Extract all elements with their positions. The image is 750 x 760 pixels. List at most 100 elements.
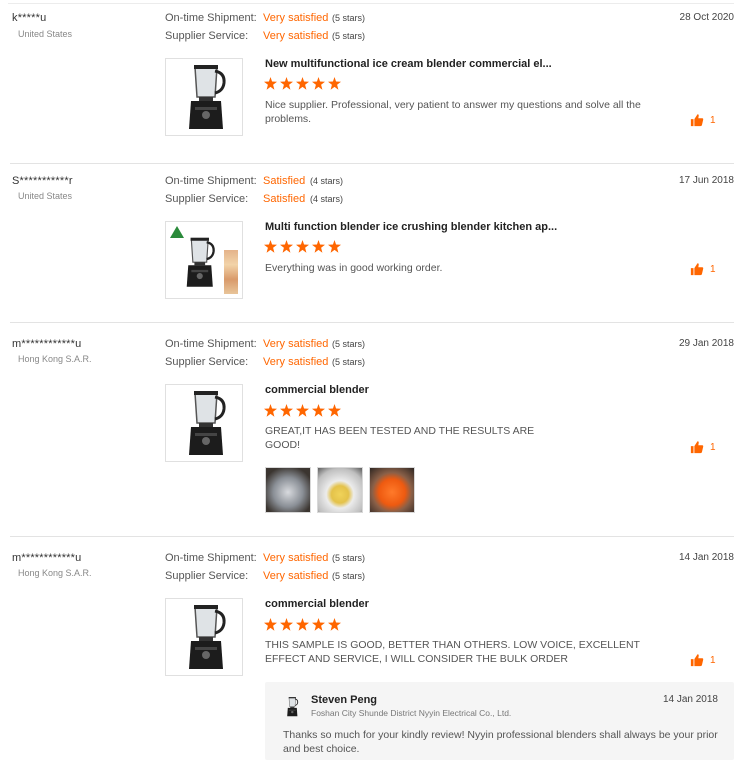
reply-text: Thanks so much for your kindly review! N… [283,729,718,755]
reviewer-country: United States [18,29,73,39]
star-icon [328,618,341,631]
star-icon [312,618,325,631]
supplier-service-label: Supplier Service: [165,356,249,368]
supplier-service-label: Supplier Service: [165,570,249,582]
helpful-count: 1 [710,263,716,275]
reviewer-name: m************u [12,338,82,350]
star-icon [296,77,309,90]
reviewer-name: m************u [12,552,82,564]
supplier-service-stars: (5 stars) [332,357,366,367]
supplier-avatar [283,694,301,720]
review-item: k*****u United States On-time Shipment: … [0,0,740,163]
product-title-link[interactable]: Multi function blender ice crushing blen… [265,221,557,233]
thumbs-up-icon [690,440,704,454]
ontime-shipment-stars: (5 stars) [332,553,366,563]
review-date: 28 Oct 2020 [679,12,734,23]
star-icon [312,404,325,417]
review-star-rating [264,240,341,254]
ontime-shipment-label: On-time Shipment: [165,12,257,24]
star-icon [264,77,277,90]
supplier-reply: Steven Peng Foshan City Shunde District … [265,682,734,760]
ontime-shipment-label: On-time Shipment: [165,552,257,564]
star-icon [296,618,309,631]
supplier-service-stars: (5 stars) [332,571,366,581]
star-icon [264,240,277,253]
reviewer-name: S***********r [12,175,73,187]
product-thumbnail[interactable] [165,598,243,676]
reviewer-country: United States [18,191,73,201]
reviewer-country: Hong Kong S.A.R. [18,354,92,364]
ontime-shipment-stars: (4 stars) [310,176,344,186]
reviewer-country: Hong Kong S.A.R. [18,568,92,578]
thumbs-up-icon [690,653,704,667]
helpful-button[interactable]: 1 [690,262,716,276]
reply-date: 14 Jan 2018 [662,694,718,705]
helpful-count: 1 [710,654,716,666]
review-text: Everything was in good working order. [265,262,443,274]
helpful-count: 1 [710,114,716,126]
review-star-rating [264,618,341,632]
star-icon [328,240,341,253]
blender-image [176,230,222,296]
thumbs-up-icon [690,262,704,276]
supplier-service-value: Very satisfied [263,356,329,368]
review-text: Nice supplier. Professional, very patien… [265,99,641,125]
blender-image [175,63,235,133]
supplier-service-value: Very satisfied [263,30,329,42]
product-title-link[interactable]: New multifunctional ice cream blender co… [265,58,552,70]
reply-author-name: Steven Peng [311,694,378,706]
review-photo[interactable] [369,467,415,513]
review-date: 17 Jun 2018 [678,175,734,186]
star-icon [280,77,293,90]
review-date: 14 Jan 2018 [678,552,734,563]
review-text: GREAT,IT HAS BEEN TESTED AND THE RESULTS… [265,425,535,451]
supplier-service-stars: (5 stars) [332,31,366,41]
review-date: 29 Jan 2018 [678,338,734,349]
thumbs-up-icon [690,113,704,127]
helpful-button[interactable]: 1 [690,440,716,454]
star-icon [280,618,293,631]
review-item: S***********r United States On-time Ship… [0,164,740,322]
helpful-button[interactable]: 1 [690,113,716,127]
supplier-service-label: Supplier Service: [165,193,249,205]
supplier-service-stars: (4 stars) [310,194,344,204]
helpful-count: 1 [710,441,716,453]
ingredients-image [224,250,238,294]
product-title-link[interactable]: commercial blender [265,598,369,610]
blender-image [175,603,235,673]
star-icon [312,77,325,90]
helpful-button[interactable]: 1 [690,653,716,667]
review-text: THIS SAMPLE IS GOOD, BETTER THAN OTHERS.… [265,639,640,665]
review-star-rating [264,77,341,91]
review-item: m************u Hong Kong S.A.R. On-time … [0,537,740,760]
supplier-service-label: Supplier Service: [165,30,249,42]
reviewer-name: k*****u [12,12,47,24]
ontime-shipment-value: Satisfied [263,175,306,187]
star-icon [296,404,309,417]
product-thumbnail[interactable] [165,384,243,462]
review-star-rating [264,404,341,418]
star-icon [296,240,309,253]
star-icon [264,618,277,631]
ontime-shipment-stars: (5 stars) [332,13,366,23]
ontime-shipment-value: Very satisfied [263,12,329,24]
star-icon [312,240,325,253]
ontime-shipment-label: On-time Shipment: [165,175,257,187]
supplier-service-value: Very satisfied [263,570,329,582]
star-icon [280,240,293,253]
product-title-link[interactable]: commercial blender [265,384,369,396]
ontime-shipment-value: Very satisfied [263,338,329,350]
star-icon [328,404,341,417]
supplier-service-value: Satisfied [263,193,306,205]
product-thumbnail[interactable] [165,221,243,299]
ontime-shipment-label: On-time Shipment: [165,338,257,350]
review-photo[interactable] [265,467,311,513]
blender-image [175,389,235,459]
product-thumbnail[interactable] [165,58,243,136]
review-photo[interactable] [317,467,363,513]
review-item: m************u Hong Kong S.A.R. On-time … [0,323,740,536]
star-icon [264,404,277,417]
reply-company-name: Foshan City Shunde District Nyyin Electr… [311,708,512,718]
star-icon [328,77,341,90]
ontime-shipment-value: Very satisfied [263,552,329,564]
